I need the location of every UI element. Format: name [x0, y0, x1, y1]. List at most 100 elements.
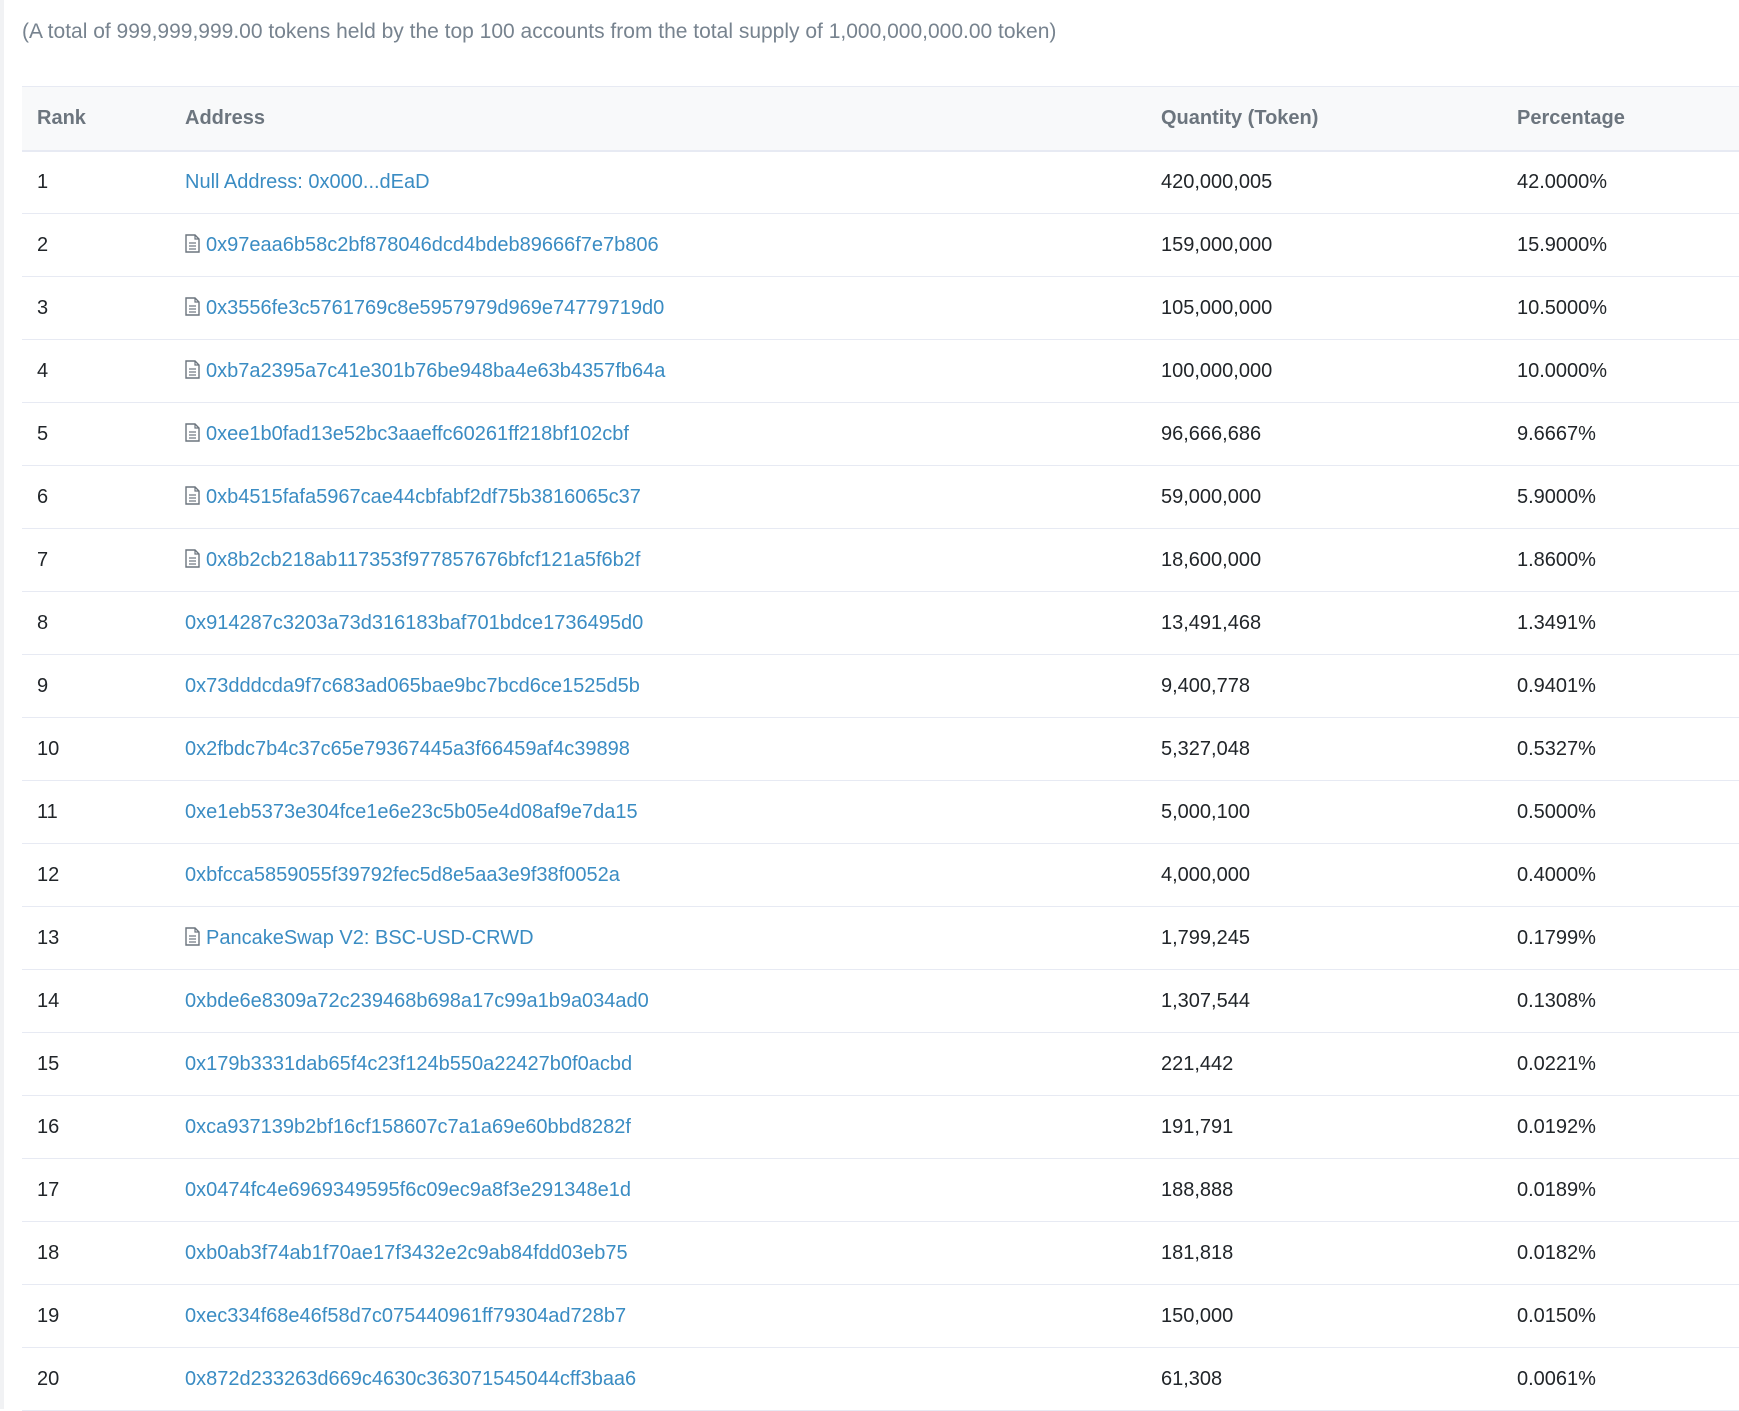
address-link[interactable]: PancakeSwap V2: BSC-USD-CRWD [206, 927, 534, 949]
address-link[interactable]: 0x914287c3203a73d316183baf701bdce1736495… [185, 612, 643, 634]
address-link[interactable]: 0x0474fc4e6969349595f6c09ec9a8f3e291348e… [185, 1179, 631, 1201]
address-link[interactable]: 0x179b3331dab65f4c23f124b550a22427b0f0ac… [185, 1053, 632, 1075]
rank-column-header: Rank [22, 86, 170, 152]
table-row: 1 Null Address: 0x000...dEaD 420,000,005… [22, 150, 1739, 214]
table-row: 6 0xb4515fafa5967cae44cbfabf2df75b381606… [22, 465, 1739, 529]
address-cell: 0x73dddcda9f7c683ad065bae9bc7bcd6ce1525d… [170, 654, 1146, 718]
table-row: 13 PancakeSwap V2: BSC-USD-CRWD 1,799,24… [22, 906, 1739, 970]
quantity-cell: 18,600,000 [1146, 528, 1502, 592]
address-cell: 0x3556fe3c5761769c8e5957979d969e74779719… [170, 276, 1146, 340]
percentage-cell: 0.1799% [1502, 906, 1739, 970]
rank-cell: 1 [22, 150, 170, 214]
percentage-cell: 5.9000% [1502, 465, 1739, 529]
table-row: 17 0x0474fc4e6969349595f6c09ec9a8f3e2913… [22, 1158, 1739, 1222]
address-column-header: Address [170, 86, 1146, 152]
address-cell: 0xbfcca5859055f39792fec5d8e5aa3e9f38f005… [170, 843, 1146, 907]
percentage-cell: 10.0000% [1502, 339, 1739, 403]
quantity-cell: 13,491,468 [1146, 591, 1502, 655]
rank-cell: 19 [22, 1284, 170, 1348]
address-cell: 0xee1b0fad13e52bc3aaeffc60261ff218bf102c… [170, 402, 1146, 466]
percentage-cell: 0.1308% [1502, 969, 1739, 1033]
address-cell: PancakeSwap V2: BSC-USD-CRWD [170, 906, 1146, 970]
address-cell: 0xb7a2395a7c41e301b76be948ba4e63b4357fb6… [170, 339, 1146, 403]
rank-cell: 10 [22, 717, 170, 781]
percentage-cell: 0.0061% [1502, 1347, 1739, 1411]
rank-cell: 18 [22, 1221, 170, 1285]
percentage-cell: 1.8600% [1502, 528, 1739, 592]
quantity-cell: 1,307,544 [1146, 969, 1502, 1033]
quantity-cell: 96,666,686 [1146, 402, 1502, 466]
quantity-cell: 420,000,005 [1146, 150, 1502, 214]
quantity-cell: 9,400,778 [1146, 654, 1502, 718]
table-row: 20 0x872d233263d669c4630c363071545044cff… [22, 1347, 1739, 1411]
quantity-cell: 188,888 [1146, 1158, 1502, 1222]
address-cell: 0x8b2cb218ab117353f977857676bfcf121a5f6b… [170, 528, 1146, 592]
address-link[interactable]: 0xee1b0fad13e52bc3aaeffc60261ff218bf102c… [206, 423, 629, 445]
table-row: 19 0xec334f68e46f58d7c075440961ff79304ad… [22, 1284, 1739, 1348]
quantity-cell: 5,000,100 [1146, 780, 1502, 844]
percentage-cell: 42.0000% [1502, 150, 1739, 214]
table-row: 10 0x2fbdc7b4c37c65e79367445a3f66459af4c… [22, 717, 1739, 781]
address-link[interactable]: 0x8b2cb218ab117353f977857676bfcf121a5f6b… [206, 549, 640, 571]
percentage-cell: 0.0192% [1502, 1095, 1739, 1159]
rank-cell: 4 [22, 339, 170, 403]
rank-cell: 16 [22, 1095, 170, 1159]
quantity-cell: 100,000,000 [1146, 339, 1502, 403]
address-cell: 0xbde6e8309a72c239468b698a17c99a1b9a034a… [170, 969, 1146, 1033]
rank-cell: 14 [22, 969, 170, 1033]
rank-cell: 5 [22, 402, 170, 466]
quantity-cell: 221,442 [1146, 1032, 1502, 1096]
document-icon [185, 422, 200, 442]
quantity-cell: 159,000,000 [1146, 213, 1502, 277]
rank-cell: 3 [22, 276, 170, 340]
address-link[interactable]: 0xb7a2395a7c41e301b76be948ba4e63b4357fb6… [206, 360, 665, 382]
address-link[interactable]: 0x73dddcda9f7c683ad065bae9bc7bcd6ce1525d… [185, 675, 640, 697]
table-header-row: Rank Address Quantity (Token) Percentage [22, 86, 1739, 152]
rank-cell: 9 [22, 654, 170, 718]
address-link[interactable]: 0xbde6e8309a72c239468b698a17c99a1b9a034a… [185, 990, 649, 1012]
quantity-cell: 150,000 [1146, 1284, 1502, 1348]
table-row: 14 0xbde6e8309a72c239468b698a17c99a1b9a0… [22, 969, 1739, 1033]
rank-cell: 12 [22, 843, 170, 907]
address-link[interactable]: 0xb0ab3f74ab1f70ae17f3432e2c9ab84fdd03eb… [185, 1242, 628, 1264]
address-link[interactable]: 0xe1eb5373e304fce1e6e23c5b05e4d08af9e7da… [185, 801, 638, 823]
table-row: 5 0xee1b0fad13e52bc3aaeffc60261ff218bf10… [22, 402, 1739, 466]
address-link[interactable]: 0x97eaa6b58c2bf878046dcd4bdeb89666f7e7b8… [206, 234, 659, 256]
address-link[interactable]: 0xbfcca5859055f39792fec5d8e5aa3e9f38f005… [185, 864, 620, 886]
address-cell: 0xb4515fafa5967cae44cbfabf2df75b3816065c… [170, 465, 1146, 529]
percentage-cell: 15.9000% [1502, 213, 1739, 277]
percentage-cell: 9.6667% [1502, 402, 1739, 466]
percentage-cell: 10.5000% [1502, 276, 1739, 340]
document-icon [185, 296, 200, 316]
percentage-cell: 1.3491% [1502, 591, 1739, 655]
table-row: 4 0xb7a2395a7c41e301b76be948ba4e63b4357f… [22, 339, 1739, 403]
percentage-cell: 0.0182% [1502, 1221, 1739, 1285]
rank-cell: 20 [22, 1347, 170, 1411]
rank-cell: 6 [22, 465, 170, 529]
percentage-cell: 0.0221% [1502, 1032, 1739, 1096]
table-row: 8 0x914287c3203a73d316183baf701bdce17364… [22, 591, 1739, 655]
table-row: 2 0x97eaa6b58c2bf878046dcd4bdeb89666f7e7… [22, 213, 1739, 277]
table-row: 12 0xbfcca5859055f39792fec5d8e5aa3e9f38f… [22, 843, 1739, 907]
address-cell: 0x914287c3203a73d316183baf701bdce1736495… [170, 591, 1146, 655]
address-link[interactable]: 0x3556fe3c5761769c8e5957979d969e74779719… [206, 297, 664, 319]
percentage-cell: 0.0189% [1502, 1158, 1739, 1222]
quantity-cell: 4,000,000 [1146, 843, 1502, 907]
table-row: 11 0xe1eb5373e304fce1e6e23c5b05e4d08af9e… [22, 780, 1739, 844]
quantity-cell: 59,000,000 [1146, 465, 1502, 529]
address-cell: 0x872d233263d669c4630c363071545044cff3ba… [170, 1347, 1146, 1411]
address-link[interactable]: 0xb4515fafa5967cae44cbfabf2df75b3816065c… [206, 486, 641, 508]
percentage-cell: 0.5327% [1502, 717, 1739, 781]
quantity-cell: 105,000,000 [1146, 276, 1502, 340]
quantity-cell: 1,799,245 [1146, 906, 1502, 970]
quantity-cell: 5,327,048 [1146, 717, 1502, 781]
address-link[interactable]: 0xec334f68e46f58d7c075440961ff79304ad728… [185, 1305, 626, 1327]
address-link[interactable]: 0x2fbdc7b4c37c65e79367445a3f66459af4c398… [185, 738, 630, 760]
rank-cell: 8 [22, 591, 170, 655]
address-link[interactable]: 0x872d233263d669c4630c363071545044cff3ba… [185, 1368, 636, 1390]
address-link[interactable]: 0xca937139b2bf16cf158607c7a1a69e60bbd828… [185, 1116, 631, 1138]
rank-cell: 2 [22, 213, 170, 277]
address-cell: Null Address: 0x000...dEaD [170, 150, 1146, 214]
document-icon [185, 359, 200, 379]
address-link[interactable]: Null Address: 0x000...dEaD [185, 171, 430, 193]
